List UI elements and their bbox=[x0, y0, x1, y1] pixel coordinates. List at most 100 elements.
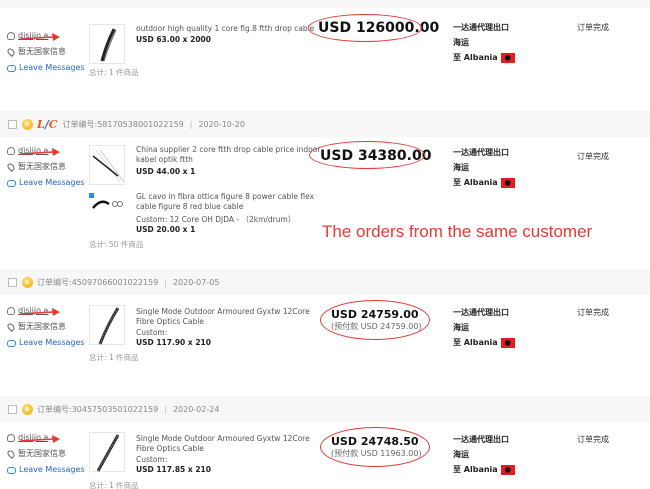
location-icon bbox=[6, 322, 16, 332]
leave-messages-label[interactable]: Leave Messages bbox=[19, 462, 85, 478]
country-text: 暂无国家信息 bbox=[18, 322, 66, 331]
product-unit-qty: USD 44.00 x 1 bbox=[136, 167, 196, 176]
product-unit-qty: USD 20.00 x 1 bbox=[136, 225, 196, 234]
order-status: 订单完成 bbox=[577, 308, 609, 317]
buyer-country: 暂无国家信息 bbox=[6, 159, 85, 175]
red-arrow-annotation bbox=[20, 148, 60, 156]
leave-messages-link[interactable]: Leave Messages bbox=[7, 462, 85, 478]
order-date: 2020-10-20 bbox=[198, 119, 245, 129]
order-number[interactable]: 订单编号:45097066001022159 bbox=[37, 277, 158, 288]
user-icon bbox=[7, 434, 15, 442]
ship-to-text: 至 Albania bbox=[453, 465, 498, 474]
buyer-country: 暂无国家信息 bbox=[6, 319, 85, 335]
country-text: 暂无国家信息 bbox=[18, 162, 66, 171]
product-image[interactable] bbox=[89, 145, 125, 185]
gold-medal-icon bbox=[22, 403, 33, 415]
ship-method: 海运 bbox=[453, 323, 469, 332]
shipping-info: 一达通代理出口 海运 至 Albania bbox=[453, 20, 515, 65]
message-icon bbox=[7, 339, 16, 347]
order-checkbox[interactable] bbox=[8, 277, 17, 287]
ship-agent: 一达通代理出口 bbox=[453, 435, 509, 444]
leave-messages-label[interactable]: Leave Messages bbox=[19, 60, 85, 76]
ship-to-text: 至 Albania bbox=[453, 178, 498, 187]
header-separator: | bbox=[189, 119, 193, 129]
ship-destination: 至 Albania bbox=[453, 462, 515, 477]
ship-method: 海运 bbox=[453, 163, 469, 172]
shipping-info: 一达通代理出口 海运 至 Albania bbox=[453, 432, 515, 477]
red-circle-annotation bbox=[309, 141, 425, 169]
location-icon bbox=[6, 449, 16, 459]
order-header: 订单编号:30457503501022159 | 2020-02-24 bbox=[0, 396, 650, 422]
ship-destination: 至 Albania bbox=[453, 175, 515, 190]
product-custom-spec: Custom: bbox=[136, 455, 168, 464]
shipping-info: 一达通代理出口 海运 至 Albania bbox=[453, 305, 515, 350]
leave-messages-link[interactable]: Leave Messages bbox=[7, 60, 85, 76]
product-title-link[interactable]: GL cavo in fibra ottica figure 8 power c… bbox=[136, 192, 336, 212]
leave-messages-link[interactable]: Leave Messages bbox=[7, 335, 85, 351]
product-unit-qty: USD 63.00 x 2000 bbox=[136, 35, 211, 44]
ship-method: 海运 bbox=[453, 450, 469, 459]
order-header: 订单编号:45097066001022159 | 2020-07-05 bbox=[0, 269, 650, 295]
red-arrow-annotation bbox=[20, 33, 60, 41]
order-number[interactable]: 订单编号:30457503501022159 bbox=[37, 404, 158, 415]
ship-destination: 至 Albania bbox=[453, 335, 515, 350]
product-title-link[interactable]: China supplier 2 core ftth drop cable pr… bbox=[136, 145, 336, 165]
leave-messages-label[interactable]: Leave Messages bbox=[19, 335, 85, 351]
product-custom-spec: Custom: bbox=[136, 328, 168, 337]
ship-to-text: 至 Albania bbox=[453, 53, 498, 62]
location-icon bbox=[6, 47, 16, 57]
header-separator: | bbox=[164, 404, 167, 414]
product-image[interactable] bbox=[89, 432, 125, 472]
user-icon bbox=[7, 32, 15, 40]
message-icon bbox=[7, 64, 16, 72]
user-icon bbox=[7, 147, 15, 155]
order-number[interactable]: 订单编号:58170538001022159 bbox=[63, 119, 184, 130]
order-total-items: 总计: 1 件商品 bbox=[89, 353, 139, 362]
product-unit-qty: USD 117.85 x 210 bbox=[136, 465, 211, 474]
order-status: 订单完成 bbox=[577, 435, 609, 444]
order-total-items: 总计: 1 件商品 bbox=[89, 68, 139, 77]
leave-messages-link[interactable]: Leave Messages bbox=[7, 175, 85, 191]
order-total-items: 总计: 50 件商品 bbox=[89, 240, 144, 249]
location-icon bbox=[6, 162, 16, 172]
product-image[interactable] bbox=[89, 190, 125, 216]
order-date: 2020-07-05 bbox=[172, 277, 220, 287]
message-icon bbox=[7, 179, 16, 187]
buyer-country: 暂无国家信息 bbox=[6, 446, 85, 462]
product-custom-spec: Custom: 12 Core OH DJDA - （2km/drum） bbox=[136, 215, 296, 224]
order-header: L/C 订单编号:58170538001022159 | 2020-10-20 bbox=[0, 111, 650, 137]
annotation-text: The orders from the same customer bbox=[322, 222, 593, 241]
order-header-partial bbox=[0, 0, 650, 8]
product-image[interactable] bbox=[89, 24, 125, 64]
gold-medal-icon bbox=[22, 118, 33, 130]
country-text: 暂无国家信息 bbox=[18, 47, 66, 56]
red-circle-annotation bbox=[320, 427, 430, 467]
albania-flag-icon bbox=[500, 337, 515, 348]
ship-to-text: 至 Albania bbox=[453, 338, 498, 347]
ship-agent: 一达通代理出口 bbox=[453, 23, 509, 32]
gold-medal-icon bbox=[22, 276, 33, 288]
order-checkbox[interactable] bbox=[8, 404, 17, 414]
order-checkbox[interactable] bbox=[8, 119, 17, 129]
product-image[interactable] bbox=[89, 305, 125, 345]
ship-agent: 一达通代理出口 bbox=[453, 148, 509, 157]
albania-flag-icon bbox=[500, 52, 515, 63]
red-arrow-annotation bbox=[20, 435, 60, 443]
buyer-country: 暂无国家信息 bbox=[6, 44, 85, 60]
user-icon bbox=[7, 307, 15, 315]
order-status: 订单完成 bbox=[577, 23, 609, 32]
ship-method: 海运 bbox=[453, 38, 469, 47]
order-status: 订单完成 bbox=[577, 152, 609, 161]
message-icon bbox=[7, 466, 16, 474]
albania-flag-icon bbox=[500, 464, 515, 475]
albania-flag-icon bbox=[500, 177, 515, 188]
product-title-link[interactable]: outdoor high quality 1 core fig.8 ftth d… bbox=[136, 24, 336, 34]
leave-messages-label[interactable]: Leave Messages bbox=[19, 175, 85, 191]
ship-destination: 至 Albania bbox=[453, 50, 515, 65]
product-title-link[interactable]: Single Mode Outdoor Armoured Gyxtw 12Cor… bbox=[136, 307, 321, 327]
shipping-info: 一达通代理出口 海运 至 Albania bbox=[453, 145, 515, 190]
product-title-link[interactable]: Single Mode Outdoor Armoured Gyxtw 12Cor… bbox=[136, 434, 328, 454]
red-circle-annotation bbox=[308, 14, 422, 42]
order-date: 2020-02-24 bbox=[172, 404, 220, 414]
header-separator: | bbox=[164, 277, 167, 287]
